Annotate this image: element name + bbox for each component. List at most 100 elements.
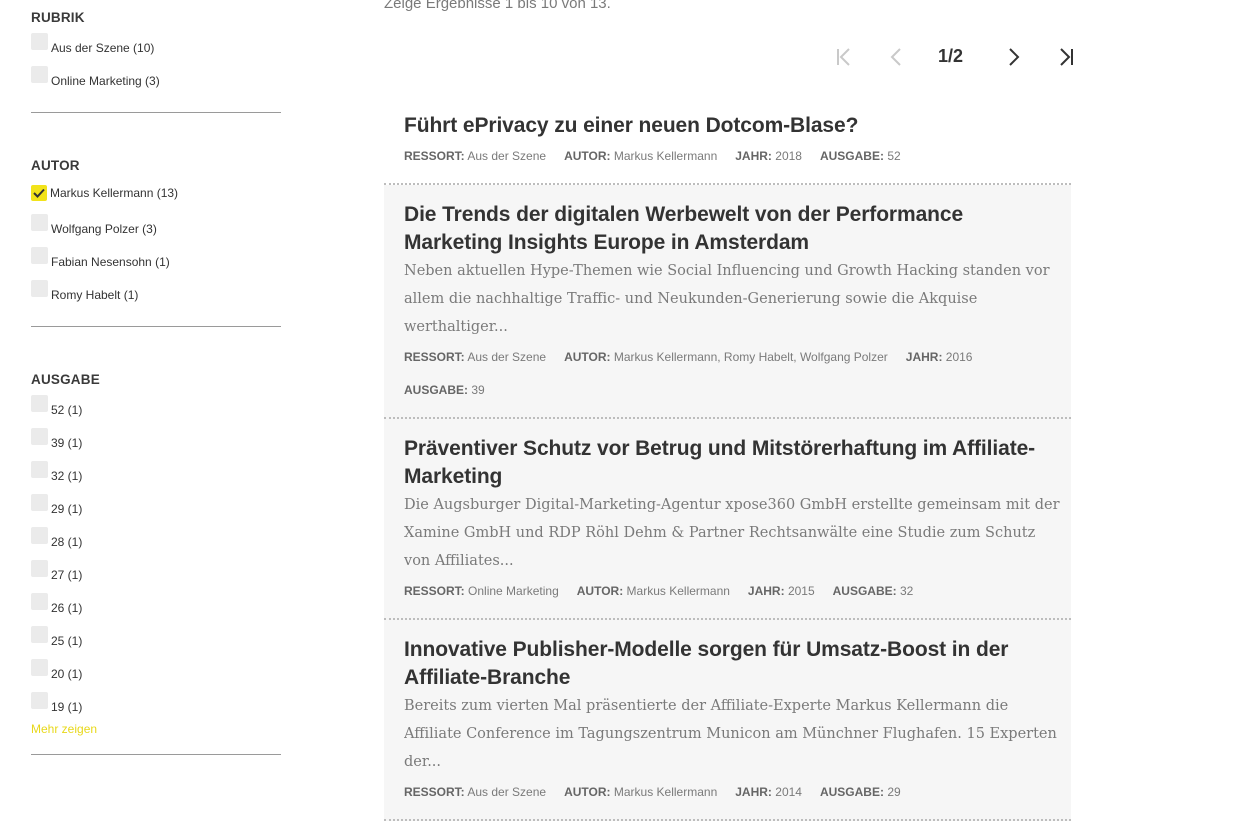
- result-teaser: Neben aktuellen Hype-Themen wie Social I…: [404, 263, 1050, 335]
- facet-option[interactable]: 20 (1): [31, 654, 281, 687]
- checkbox[interactable]: [31, 659, 48, 676]
- facet-option[interactable]: 27 (1): [31, 555, 281, 588]
- facet-option-label: Fabian Nesensohn (1): [51, 254, 170, 269]
- meta-ausgabe: AUSGABE: 29: [820, 776, 901, 809]
- meta-jahr: JAHR: 2018: [735, 140, 802, 173]
- meta-ressort-label: RESSORT:: [404, 584, 465, 598]
- meta-autor: AUTOR: Markus Kellermann: [564, 140, 717, 173]
- meta-ausgabe: AUSGABE: 52: [820, 140, 901, 173]
- meta-ressort-label: RESSORT:: [404, 785, 465, 799]
- meta-ressort-value: Online Marketing: [468, 584, 559, 598]
- facet-option[interactable]: Fabian Nesensohn (1): [31, 242, 281, 275]
- meta-autor-label: AUTOR:: [576, 584, 624, 598]
- result-item: Die Trends der digitalen Werbewelt von d…: [384, 185, 1071, 419]
- current-page-indicator: 1/2: [938, 46, 964, 66]
- result-item: Innovative Publisher-Modelle sorgen für …: [384, 620, 1071, 821]
- facet-option[interactable]: 32 (1): [31, 456, 281, 489]
- facet-option[interactable]: 52 (1): [31, 390, 281, 423]
- facet-option[interactable]: Romy Habelt (1): [31, 275, 281, 308]
- meta-jahr-label: JAHR:: [905, 350, 943, 364]
- facet-option-label: 26 (1): [51, 600, 83, 615]
- result-meta: RESSORT: Aus der Szene AUTOR: Markus Kell…: [404, 341, 1061, 407]
- meta-autor-label: AUTOR:: [564, 149, 611, 163]
- facet-title-ausgabe: AUSGABE: [31, 372, 100, 387]
- meta-ressort-label: RESSORT:: [404, 149, 465, 163]
- last-page-button[interactable]: [1056, 40, 1076, 74]
- meta-jahr-value: 2015: [787, 584, 815, 598]
- result-meta: RESSORT: Aus der Szene AUTOR: Markus Kell…: [404, 776, 1061, 809]
- facet-option[interactable]: 39 (1): [31, 423, 281, 456]
- meta-ressort: RESSORT: Aus der Szene: [404, 341, 546, 374]
- facet-option-label: 25 (1): [51, 633, 83, 648]
- first-page-button[interactable]: [834, 40, 854, 74]
- meta-ressort: RESSORT: Aus der Szene: [404, 140, 546, 173]
- facet-option[interactable]: 25 (1): [31, 621, 281, 654]
- checkbox[interactable]: [31, 428, 48, 445]
- meta-ausgabe-label: AUSGABE:: [404, 383, 469, 397]
- meta-ressort-value: Aus der Szene: [467, 785, 547, 799]
- meta-jahr-value: 2018: [775, 149, 802, 163]
- show-more-link[interactable]: Mehr zeigen: [31, 720, 281, 746]
- facet-option-label: Online Marketing (3): [51, 73, 160, 88]
- facet-option[interactable]: 19 (1): [31, 687, 281, 720]
- pagination: 1/2: [830, 40, 1080, 74]
- meta-ausgabe-label: AUSGABE:: [832, 584, 897, 598]
- result-meta: RESSORT: Online Marketing AUTOR: Markus K…: [404, 575, 1061, 608]
- result-title[interactable]: Die Trends der digitalen Werbewelt von d…: [404, 201, 1061, 257]
- result-teaser: Die Augsburger Digital-Marketing-Agentur…: [404, 497, 1060, 569]
- meta-ressort-value: Aus der Szene: [467, 350, 547, 364]
- checkbox[interactable]: [31, 692, 48, 709]
- meta-jahr-label: JAHR:: [735, 785, 772, 799]
- checkbox[interactable]: [31, 280, 48, 297]
- checkbox[interactable]: [31, 593, 48, 610]
- facet-option[interactable]: Markus Kellermann (13): [31, 176, 281, 209]
- checkbox[interactable]: [31, 560, 48, 577]
- checkbox[interactable]: [31, 395, 48, 412]
- prev-page-icon: [890, 48, 901, 66]
- facet-list-autor: Markus Kellermann (13) Wolfgang Polzer (3…: [31, 176, 281, 308]
- meta-jahr: JAHR: 2016: [906, 341, 973, 374]
- checkbox[interactable]: [31, 33, 48, 50]
- facet-list-ausgabe: 52 (1) 39 (1) 32 (1) 29 (1) 28 (1) 27 (1) 26 (…: [31, 390, 281, 720]
- meta-ausgabe-value: 52: [887, 149, 901, 163]
- next-page-icon: [1009, 48, 1020, 66]
- facet-option-label: Wolfgang Polzer (3): [51, 221, 157, 236]
- next-page-button[interactable]: [1004, 40, 1024, 74]
- meta-ausgabe-value: 29: [887, 785, 901, 799]
- result-title[interactable]: Präventiver Schutz vor Betrug und Mitstö…: [404, 435, 1061, 491]
- result-item: Führt ePrivacy zu einer neuen Dotcom-Bla…: [384, 96, 1071, 185]
- facet-option[interactable]: 26 (1): [31, 588, 281, 621]
- checkbox[interactable]: [31, 494, 48, 511]
- checkbox[interactable]: [31, 461, 48, 478]
- result-item: Präventiver Schutz vor Betrug und Mitstö…: [384, 419, 1071, 620]
- prev-page-button[interactable]: [886, 40, 906, 74]
- meta-autor-value: Markus Kellermann: [613, 785, 718, 799]
- meta-autor: AUTOR: Markus Kellermann: [577, 575, 730, 608]
- result-title[interactable]: Innovative Publisher-Modelle sorgen für …: [404, 636, 1061, 692]
- meta-autor-value: Markus Kellermann: [613, 149, 718, 163]
- facet-title-autor: AUTOR: [31, 158, 80, 173]
- facet-option[interactable]: 28 (1): [31, 522, 281, 555]
- checkbox[interactable]: [31, 626, 48, 643]
- facet-option-label: 19 (1): [51, 699, 83, 714]
- facet-option[interactable]: 29 (1): [31, 489, 281, 522]
- facet-option[interactable]: Aus der Szene (10): [31, 28, 281, 61]
- result-teaser: Bereits zum vierten Mal präsentierte der…: [404, 698, 1057, 770]
- facet-autor: AUTOR Markus Kellermann (13) Wolfgang Pol…: [31, 113, 281, 327]
- facet-option[interactable]: Online Marketing (3): [31, 61, 281, 94]
- meta-ausgabe: AUSGABE: 32: [833, 575, 914, 608]
- checkbox[interactable]: [31, 214, 48, 231]
- filter-sidebar: RUBRIK Aus der Szene (10) Online Marketin…: [31, 0, 281, 755]
- checkbox[interactable]: [31, 66, 48, 83]
- facet-option-label: Aus der Szene (10): [51, 40, 155, 55]
- checkbox[interactable]: [31, 527, 48, 544]
- checkbox[interactable]: [31, 247, 48, 264]
- search-results: Führt ePrivacy zu einer neuen Dotcom-Bla…: [384, 96, 1071, 821]
- meta-ressort: RESSORT: Online Marketing: [404, 575, 559, 608]
- first-page-icon: [837, 48, 850, 66]
- meta-ressort-value: Aus der Szene: [467, 149, 547, 163]
- checkbox[interactable]: [31, 184, 47, 201]
- meta-ausgabe-value: 32: [900, 584, 914, 598]
- result-title[interactable]: Führt ePrivacy zu einer neuen Dotcom-Bla…: [404, 112, 1061, 140]
- facet-option[interactable]: Wolfgang Polzer (3): [31, 209, 281, 242]
